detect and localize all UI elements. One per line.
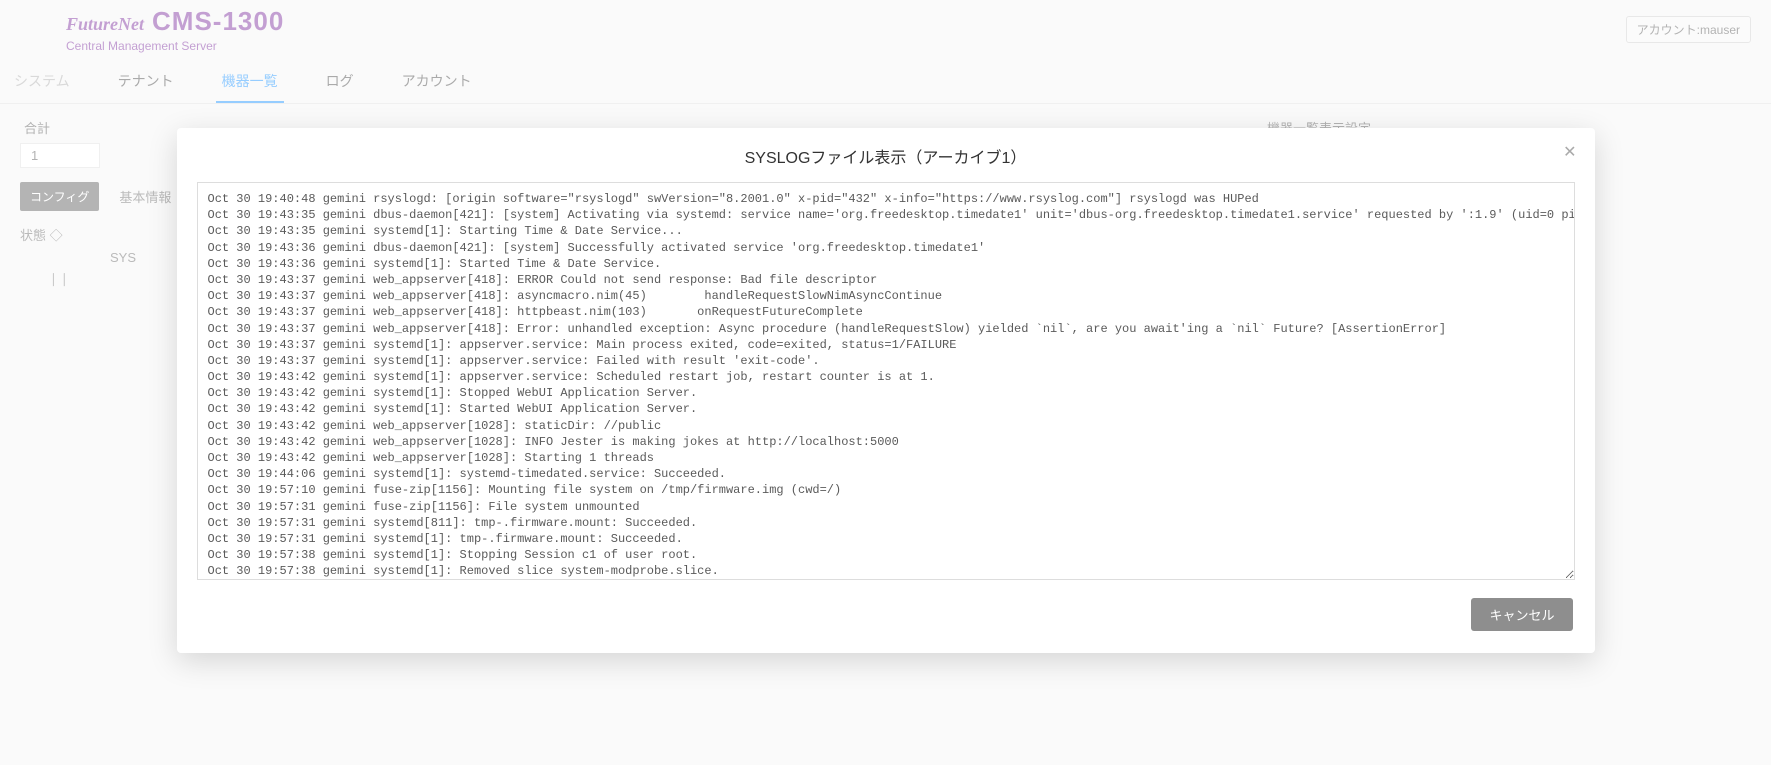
cancel-button[interactable]: キャンセル	[1471, 598, 1572, 631]
modal-title: SYSLOGファイル表示（アーカイブ1）	[177, 128, 1595, 182]
close-icon[interactable]: ✕	[1563, 142, 1576, 162]
modal-overlay: ✕ SYSLOGファイル表示（アーカイブ1） Oct 30 19:40:48 g…	[0, 0, 1771, 765]
syslog-modal: ✕ SYSLOGファイル表示（アーカイブ1） Oct 30 19:40:48 g…	[177, 128, 1595, 653]
syslog-textarea[interactable]: Oct 30 19:40:48 gemini rsyslogd: [origin…	[197, 182, 1575, 580]
